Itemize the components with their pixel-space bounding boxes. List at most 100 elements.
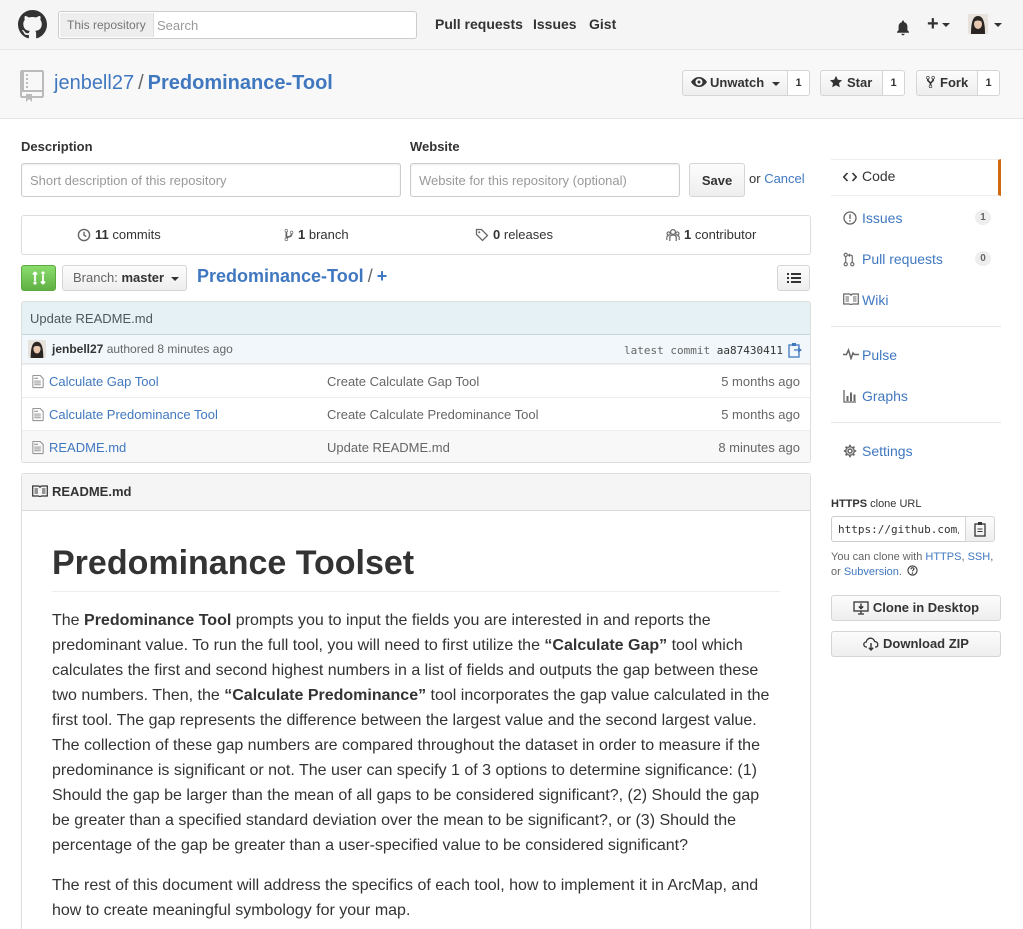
breadcrumb-repo-link[interactable]: Predominance-Tool (197, 266, 364, 286)
file-row: Calculate Gap Tool Create Calculate Gap … (22, 364, 810, 397)
sidebar-item-graphs[interactable]: Graphs (831, 376, 1001, 417)
clone-url-label: clone URL (870, 498, 922, 510)
question-icon[interactable] (907, 565, 918, 576)
website-input[interactable] (410, 163, 680, 197)
cancel-link[interactable]: Cancel (764, 171, 804, 186)
readme-filename: README.md (52, 484, 132, 499)
watchers-count[interactable]: 1 (788, 70, 810, 96)
sidebar-item-label: Pulse (862, 347, 898, 363)
branch-icon (284, 228, 294, 242)
commit-author-name[interactable]: jenbell27 (52, 342, 103, 356)
sidebar-item-issues[interactable]: Issues 1 (831, 198, 1001, 239)
clipboard-icon (974, 522, 986, 537)
sidebar-item-pulse[interactable]: Pulse (831, 335, 1001, 376)
copy-clone-url-button[interactable] (965, 516, 995, 542)
fork-button[interactable]: Fork (916, 70, 978, 96)
compare-review-button[interactable] (21, 265, 56, 291)
user-menu[interactable] (968, 14, 1004, 36)
chevron-down-icon (771, 81, 780, 86)
clone-https-link[interactable]: HTTPS (925, 551, 961, 563)
branch-prefix: Branch: (73, 270, 118, 285)
readme-text: tool incorporates the gap value calculat… (52, 687, 770, 854)
file-commit-message[interactable]: Create Calculate Gap Tool (327, 374, 479, 389)
stargazers-count[interactable]: 1 (883, 70, 905, 96)
code-icon (843, 172, 857, 182)
download-zip-button[interactable]: Download ZIP (831, 631, 1001, 657)
sidebar-item-wiki[interactable]: Wiki (831, 280, 1001, 321)
forks-count[interactable]: 1 (978, 70, 1000, 96)
description-input[interactable] (21, 163, 401, 197)
history-icon (77, 228, 91, 242)
sidebar-item-label: Settings (862, 443, 913, 459)
clone-in-desktop-label: Clone in Desktop (872, 600, 980, 615)
clipboard-icon[interactable] (788, 342, 802, 358)
search-input[interactable] (151, 13, 411, 37)
repo-header: jenbell27/Predominance-Tool Unwatch 1 St… (0, 50, 1023, 119)
clone-subversion-link[interactable]: Subversion (844, 566, 899, 578)
branches-link[interactable]: 1 branch (284, 227, 349, 242)
commits-label: commits (112, 227, 161, 242)
search-scope-badge[interactable]: This repository (60, 13, 154, 37)
list-view-button[interactable] (777, 265, 810, 291)
save-button[interactable]: Save (689, 163, 745, 197)
file-name-link[interactable]: README.md (49, 440, 126, 455)
clone-in-desktop-button[interactable]: Clone in Desktop (831, 595, 1001, 621)
nav-issues[interactable]: Issues (533, 16, 577, 32)
download-zip-label: Download ZIP (883, 636, 969, 651)
clone-url-input[interactable] (831, 516, 966, 542)
fork-icon (926, 75, 935, 89)
file-name-link[interactable]: Calculate Gap Tool (49, 374, 159, 389)
nav-gist[interactable]: Gist (589, 16, 616, 32)
website-label: Website (410, 139, 460, 154)
git-compare-icon (32, 271, 46, 285)
readme-heading: Predominance Toolset (52, 541, 780, 592)
clone-help-period: . (898, 566, 902, 578)
commit-sha: latest commit aa87430411 (624, 344, 783, 357)
file-name-link[interactable]: Calculate Predominance Tool (49, 407, 218, 422)
create-new-menu[interactable]: + (927, 13, 950, 37)
repo-name-link[interactable]: Predominance-Tool (148, 72, 333, 94)
book-icon (843, 293, 859, 305)
commit-sha-link[interactable]: aa87430411 (717, 344, 783, 357)
contributor-label: contributor (694, 227, 757, 242)
sidebar-item-settings[interactable]: Settings (831, 431, 1001, 472)
star-button[interactable]: Star (820, 70, 883, 96)
commits-count: 11 (95, 227, 109, 242)
file-row: README.md Update README.md 8 minutes ago (22, 430, 810, 462)
nav-pull-requests[interactable]: Pull requests (435, 16, 523, 32)
clone-ssh-link[interactable]: SSH (968, 551, 991, 563)
readme-body: Predominance Toolset The Predominance To… (22, 511, 810, 923)
readme-bold-text: “Calculate Gap” (544, 637, 668, 654)
file-commit-message[interactable]: Create Calculate Predominance Tool (327, 407, 539, 422)
sidebar-item-code[interactable]: Code (831, 157, 1001, 198)
add-file-button[interactable]: + (377, 266, 388, 286)
readme-panel: README.md Predominance Toolset The Predo… (21, 473, 811, 929)
or-cancel: or Cancel (749, 171, 805, 186)
unwatch-button[interactable]: Unwatch (682, 70, 788, 96)
clone-help-prefix: You can clone with (831, 551, 926, 563)
avatar[interactable] (28, 340, 46, 358)
repo-owner-link[interactable]: jenbell27 (54, 72, 134, 94)
readme-paragraph: The Predominance Tool prompts you to inp… (52, 608, 780, 858)
sidebar-item-pull-requests[interactable]: Pull requests 0 (831, 239, 1001, 280)
releases-count: 0 (493, 227, 501, 242)
last-commit-message[interactable]: Update README.md (22, 302, 810, 335)
file-commit-message[interactable]: Update README.md (327, 440, 450, 455)
releases-link[interactable]: 0 releases (475, 227, 553, 242)
clone-help-text: You can clone with HTTPS, SSH, or Subver… (831, 550, 1001, 580)
commits-link[interactable]: 11 commits (77, 227, 161, 242)
latest-commit-label: latest commit (624, 344, 711, 357)
releases-label: releases (503, 227, 553, 242)
pulse-icon (843, 348, 859, 360)
file-listing: Update README.md jenbell27 authored 8 mi… (21, 301, 811, 463)
fork-label: Fork (940, 75, 969, 90)
search-box[interactable]: This repository (58, 11, 417, 39)
sidebar-item-label: Issues (862, 210, 903, 226)
chevron-down-icon (170, 276, 179, 281)
list-icon (787, 273, 801, 283)
contributors-link[interactable]: 1 contributor (666, 227, 756, 242)
github-logo-icon[interactable] (18, 10, 47, 39)
branch-select-button[interactable]: Branch: master (62, 265, 187, 291)
bell-icon[interactable] (895, 16, 911, 40)
breadcrumb: Predominance-Tool / + (197, 266, 387, 287)
